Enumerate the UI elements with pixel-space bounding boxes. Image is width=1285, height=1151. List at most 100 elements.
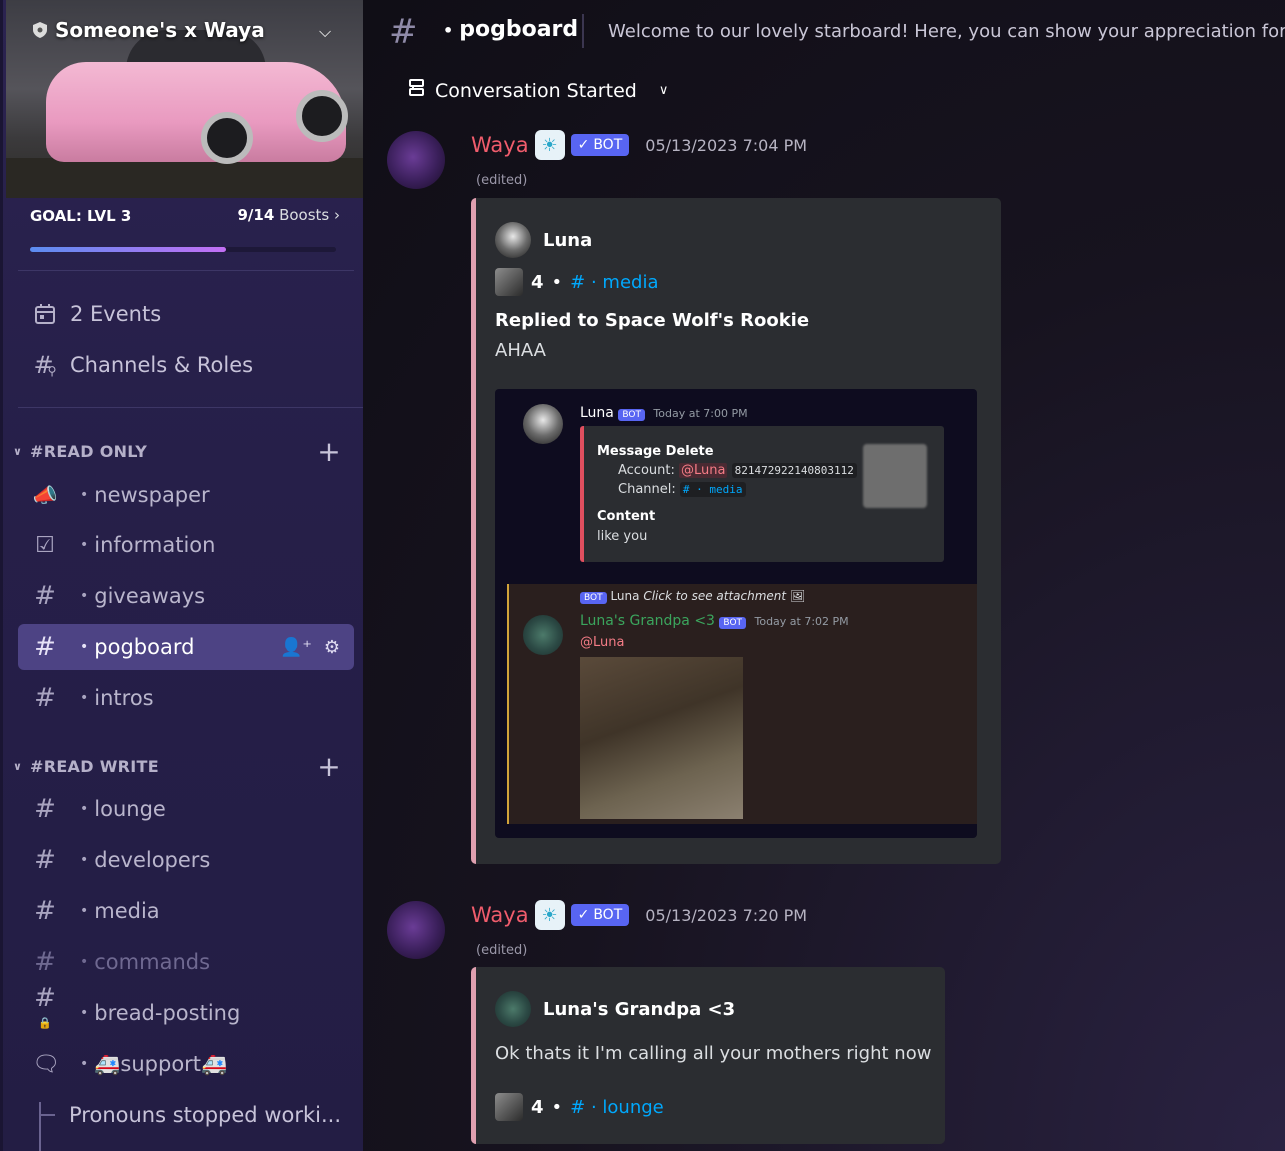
shield-icon (33, 22, 47, 38)
account-label: Account: (618, 463, 675, 478)
account-id: 821472922140803112 (731, 463, 857, 478)
channel-intros[interactable]: # • intros (18, 675, 354, 721)
grandpa-name: Luna's Grandpa <3 (580, 613, 715, 629)
channels-roles-button[interactable]: # ⚲ Channels & Roles (18, 342, 354, 388)
create-channel-plus-icon[interactable]: + (317, 750, 341, 783)
category-read-write[interactable]: ∨ #READ WRITE + (13, 750, 353, 783)
channel-dot: • (80, 954, 89, 970)
boost-count-value: 9/14 (237, 206, 275, 224)
channel-dot: • (80, 588, 89, 604)
bot-emoji-icon: ☀ (534, 130, 565, 160)
invite-member-icon[interactable]: 👤⁺ (280, 637, 312, 658)
thread-connector (39, 1102, 41, 1151)
banner-car-wheel (296, 90, 348, 142)
message-embed: Luna's Grandpa <3 Ok thats it I'm callin… (471, 967, 945, 1144)
channel-pogboard[interactable]: # • pogboard 👤⁺ ⚙ (18, 624, 354, 670)
embed-author[interactable]: Luna's Grandpa <3 (495, 991, 735, 1027)
events-button[interactable]: 2 Events (18, 291, 354, 337)
server-name-button[interactable]: Someone's x Waya (33, 18, 265, 42)
bot-emoji-icon: ☀ (534, 900, 565, 930)
image-icon: 🖼 (789, 589, 806, 603)
avatar (495, 991, 531, 1027)
channel-newspaper[interactable]: 📣 • newspaper (18, 472, 354, 518)
embed-author-name: Luna (543, 229, 593, 251)
message-timestamp[interactable]: 05/13/2023 7:04 PM (645, 136, 807, 155)
edited-label: (edited) (476, 943, 528, 958)
bot-badge-label: BOT (593, 137, 623, 153)
embed-image[interactable]: Luna BOT Today at 7:00 PM Message Delete… (495, 389, 977, 838)
reply-author: Luna (610, 589, 640, 603)
channel-title-dot: • (443, 21, 454, 40)
announcement-icon: 📣 (32, 483, 58, 507)
channel-title-text: pogboard (459, 17, 579, 42)
channel-title: • pogboard (443, 17, 578, 42)
check-icon: ✓ (577, 137, 590, 153)
hash-icon: # (34, 947, 56, 977)
boost-progress-bar (30, 247, 336, 252)
channel-dot: • (80, 852, 89, 868)
server-sidebar: Someone's x Waya ⌵ GOAL: LVL 3 9/14 Boos… (0, 0, 363, 1151)
embed-body: AHAA (495, 340, 546, 361)
boost-goal[interactable]: GOAL: LVL 3 9/14 Boosts › (30, 206, 340, 225)
star-source-line: 4 • # · media (495, 268, 658, 296)
author-name[interactable]: Waya (471, 903, 529, 927)
channel-label: giveaways (94, 584, 206, 608)
channel-media[interactable]: # • media (18, 888, 354, 934)
thread-item[interactable]: Pronouns stopped worki... (55, 1092, 354, 1138)
account-mention: @Luna (679, 463, 728, 478)
channels-roles-label: Channels & Roles (70, 353, 254, 377)
avatar (523, 404, 563, 444)
channel-lounge[interactable]: # • lounge (18, 786, 354, 832)
grandpa-mention: @Luna (580, 635, 625, 650)
divider (18, 270, 354, 271)
hash-icon: # (34, 845, 56, 875)
channel-topic[interactable]: Welcome to our lovely starboard! Here, y… (608, 21, 1285, 42)
embed-author[interactable]: Luna (495, 222, 592, 258)
grandpa-header: Luna's Grandpa <3 BOT Today at 7:02 PM (580, 613, 849, 629)
chevron-down-icon: ∨ (13, 444, 23, 458)
category-name: #READ WRITE (30, 756, 159, 776)
raccoon-photo (580, 657, 743, 819)
content-label: Content (597, 509, 656, 524)
author-name[interactable]: Waya (471, 133, 529, 157)
channel-link[interactable]: # · media (570, 272, 658, 293)
category-read-only[interactable]: ∨ #READ ONLY + (13, 435, 353, 468)
channel-support[interactable]: 🗨 • 🚑support🚑 (18, 1041, 354, 1087)
chevron-down-icon[interactable]: ⌵ (319, 22, 331, 42)
server-name: Someone's x Waya (55, 18, 265, 42)
avatar[interactable] (387, 131, 445, 189)
hash-icon: # (34, 896, 56, 926)
channel-dot: • (80, 639, 89, 655)
header-divider (582, 14, 584, 48)
separator-dot: • (551, 1096, 563, 1118)
hash-icon: # (34, 683, 56, 713)
card-account-line: Account: @Luna 821472922140803112 (618, 463, 857, 478)
bot-badge: ✓ BOT (570, 134, 630, 156)
gear-icon[interactable]: ⚙ (324, 637, 340, 658)
create-channel-plus-icon[interactable]: + (317, 435, 341, 468)
channel-giveaways[interactable]: # • giveaways (18, 573, 354, 619)
bot-badge: ✓ BOT (570, 904, 630, 926)
forum-icon: 🗨 (32, 1051, 60, 1077)
channel-value: # · media (679, 482, 746, 497)
hash-icon: # (389, 12, 418, 52)
boost-goal-label: GOAL: LVL 3 (30, 207, 132, 225)
channel-link[interactable]: # · lounge (570, 1097, 664, 1118)
conversation-filter-dropdown[interactable]: Conversation Started ∨ (407, 78, 668, 103)
blurred-thumbnail (863, 444, 927, 508)
channel-commands[interactable]: # • commands (18, 939, 354, 985)
channel-dot: • (80, 903, 89, 919)
message-timestamp[interactable]: 05/13/2023 7:20 PM (645, 906, 807, 925)
channel-label: commands (94, 950, 211, 974)
message-header: Waya ☀ ✓ BOT 05/13/2023 7:04 PM (471, 130, 807, 160)
channel-bread-posting[interactable]: #🔒 • bread-posting (18, 983, 354, 1036)
channel-dot: • (80, 487, 89, 503)
avatar[interactable] (387, 901, 445, 959)
embed-body: Ok thats it I'm calling all your mothers… (495, 1043, 932, 1064)
edited-label: (edited) (476, 173, 528, 188)
separator-dot: • (551, 271, 563, 293)
channel-header: # • pogboard Welcome to our lovely starbo… (363, 0, 1285, 64)
channel-information[interactable]: ☑ • information (18, 522, 354, 568)
channel-developers[interactable]: # • developers (18, 837, 354, 883)
channel-label: media (94, 899, 160, 923)
